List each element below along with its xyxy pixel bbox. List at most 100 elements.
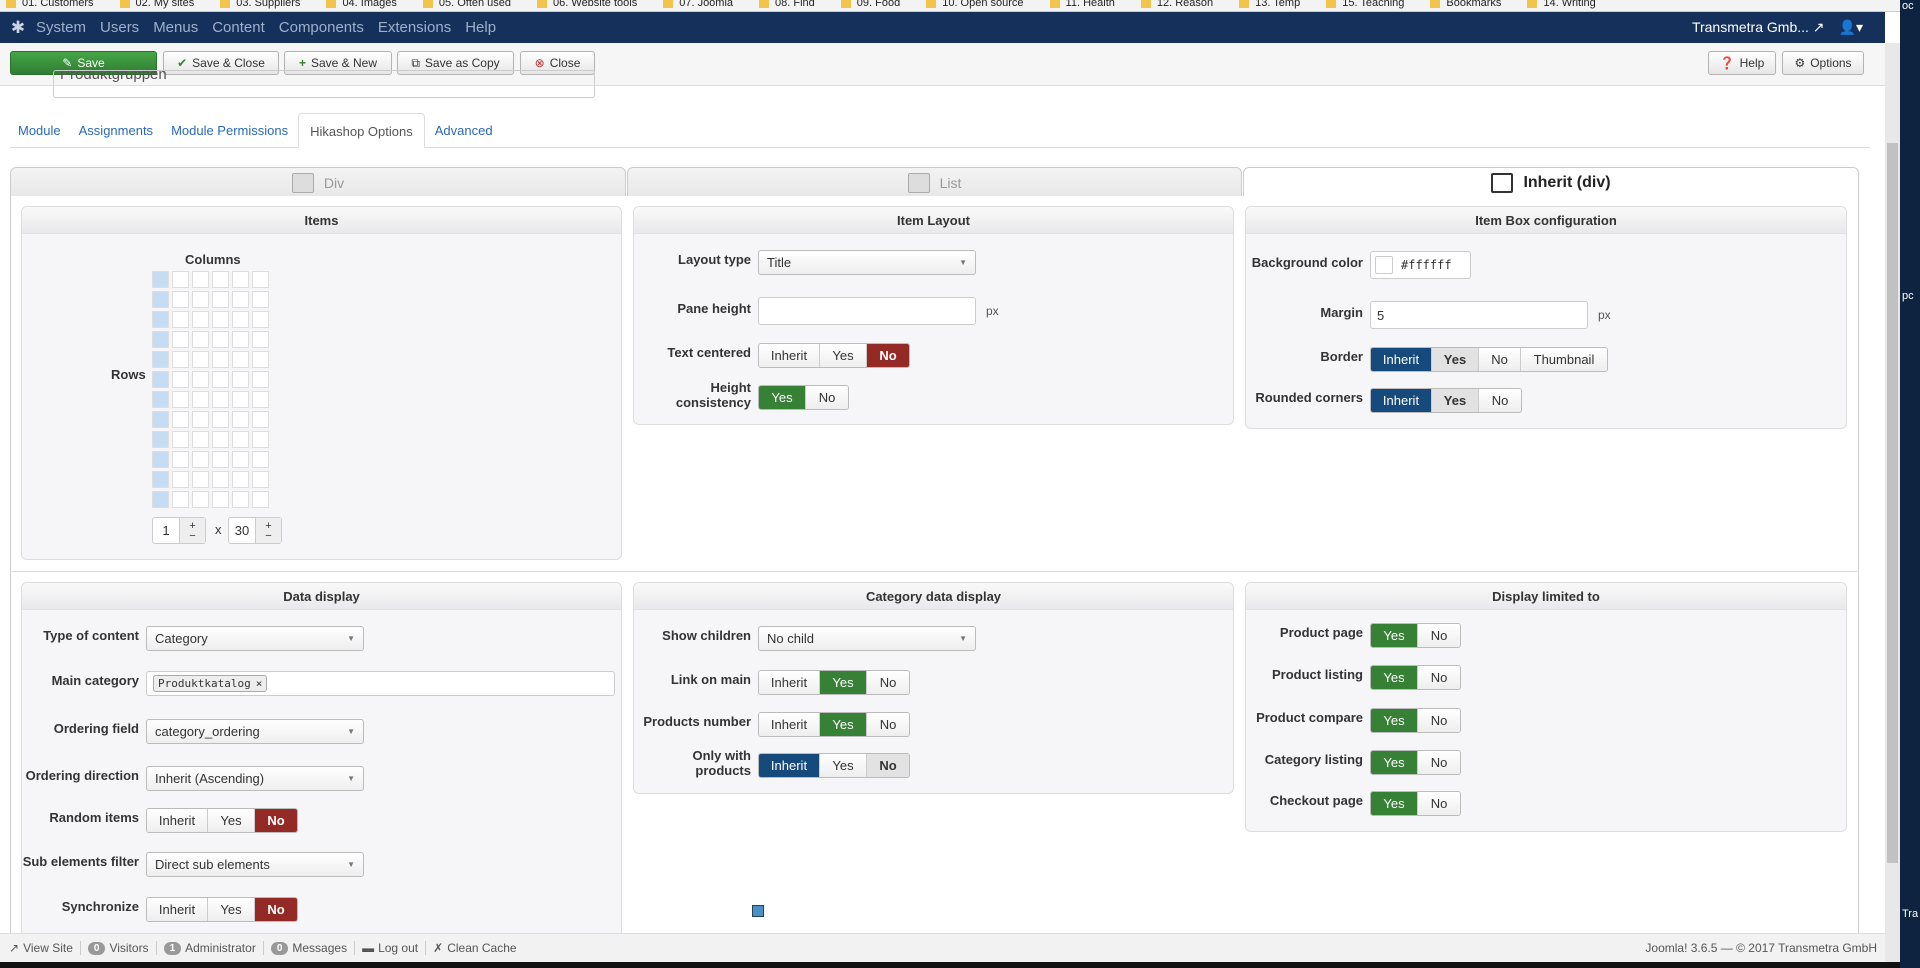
decrement-button[interactable]: − <box>265 530 271 541</box>
option-no[interactable]: No <box>1479 348 1521 371</box>
columns-stepper[interactable]: 1 + − <box>152 517 206 544</box>
option-no[interactable]: No <box>1479 389 1521 412</box>
bookmark-item[interactable]: 11. Health <box>1050 0 1115 11</box>
option-inherit[interactable]: Inherit <box>759 344 820 367</box>
option-thumbnail[interactable]: Thumbnail <box>1521 348 1607 371</box>
sub-elements-filter-select[interactable]: Direct sub elements ▼ <box>146 852 364 877</box>
grid-cell[interactable] <box>152 431 169 448</box>
option-no[interactable]: No <box>806 386 848 409</box>
layout-tab-div[interactable]: Div <box>10 167 626 197</box>
messages-link[interactable]: 0 Messages <box>264 941 356 955</box>
bookmark-item[interactable]: 06. Website tools <box>537 0 637 11</box>
bookmark-item[interactable]: 03. Suppliers <box>220 0 300 11</box>
grid-cell[interactable] <box>252 351 269 368</box>
grid-cell[interactable] <box>212 491 229 508</box>
joomla-logo-icon[interactable]: ✱ <box>0 18 36 38</box>
bookmark-item[interactable]: 15. Teaching <box>1326 0 1404 11</box>
tab-advanced[interactable]: Advanced <box>427 113 501 148</box>
visitors-link[interactable]: 0 Visitors <box>81 941 157 955</box>
administrator-link[interactable]: 1 Administrator <box>157 941 264 955</box>
grid-cell[interactable] <box>212 351 229 368</box>
show-children-select[interactable]: No child ▼ <box>758 626 976 651</box>
option-no[interactable]: No <box>867 344 909 367</box>
view-site-link[interactable]: ↗ View Site <box>2 941 81 955</box>
layout-tab-list[interactable]: List <box>627 167 1242 197</box>
grid-cell[interactable] <box>192 491 209 508</box>
grid-cell[interactable] <box>152 491 169 508</box>
grid-cell[interactable] <box>232 331 249 348</box>
option-no[interactable]: No <box>867 671 909 694</box>
grid-cell[interactable] <box>232 371 249 388</box>
margin-input[interactable]: 5 <box>1370 301 1588 329</box>
grid-cell[interactable] <box>192 411 209 428</box>
decrement-button[interactable]: − <box>189 530 195 541</box>
option-inherit[interactable]: Inherit <box>1371 348 1432 371</box>
option-no[interactable]: No <box>1418 751 1460 774</box>
grid-cell[interactable] <box>232 351 249 368</box>
option-no[interactable]: No <box>867 713 909 736</box>
option-yes[interactable]: Yes <box>1432 389 1479 412</box>
nav-menu-components[interactable]: Components <box>279 19 364 36</box>
pane-height-input[interactable] <box>758 297 976 325</box>
bookmark-item[interactable]: 01. Customers <box>6 0 94 11</box>
tab-hikashop-options[interactable]: Hikashop Options <box>298 113 425 148</box>
grid-cell[interactable] <box>252 391 269 408</box>
site-link[interactable]: Transmetra Gmb... ↗ <box>1692 19 1825 36</box>
bookmark-item[interactable]: 05. Often used <box>423 0 511 11</box>
background-color-input[interactable]: #ffffff <box>1370 251 1471 279</box>
grid-cell[interactable] <box>212 271 229 288</box>
grid-cell[interactable] <box>212 471 229 488</box>
grid-cell[interactable] <box>252 371 269 388</box>
bookmark-item[interactable]: 08. Find <box>759 0 815 11</box>
grid-cell[interactable] <box>212 311 229 328</box>
increment-button[interactable]: + <box>189 520 195 531</box>
option-yes[interactable]: Yes <box>208 898 255 921</box>
main-category-input[interactable]: Produktkatalog × <box>146 671 615 696</box>
ordering-direction-select[interactable]: Inherit (Ascending) ▼ <box>146 766 364 791</box>
grid-cell[interactable] <box>172 271 189 288</box>
option-yes[interactable]: Yes <box>208 809 255 832</box>
option-inherit[interactable]: Inherit <box>147 809 208 832</box>
option-inherit[interactable]: Inherit <box>1371 389 1432 412</box>
option-yes[interactable]: Yes <box>1371 751 1418 774</box>
option-no[interactable]: No <box>1418 666 1460 689</box>
help-button[interactable]: ❓ Help <box>1708 51 1776 75</box>
grid-cell[interactable] <box>232 411 249 428</box>
option-yes[interactable]: Yes <box>1371 792 1418 815</box>
nav-menu-menus[interactable]: Menus <box>153 19 198 36</box>
grid-cell[interactable] <box>152 291 169 308</box>
grid-cell[interactable] <box>152 471 169 488</box>
grid-cell[interactable] <box>252 311 269 328</box>
tab-module-permissions[interactable]: Module Permissions <box>163 113 296 148</box>
option-yes[interactable]: Yes <box>1432 348 1479 371</box>
grid-cell[interactable] <box>192 371 209 388</box>
grid-cell[interactable] <box>252 451 269 468</box>
nav-menu-extensions[interactable]: Extensions <box>378 19 451 36</box>
option-yes[interactable]: Yes <box>1371 624 1418 647</box>
user-menu-icon[interactable]: 👤▾ <box>1839 19 1863 36</box>
grid-cell[interactable] <box>172 351 189 368</box>
grid-cell[interactable] <box>212 451 229 468</box>
option-no[interactable]: No <box>867 754 909 777</box>
grid-cell[interactable] <box>212 291 229 308</box>
grid-cell[interactable] <box>172 491 189 508</box>
grid-cell[interactable] <box>212 331 229 348</box>
grid-cell[interactable] <box>152 411 169 428</box>
grid-cell[interactable] <box>172 451 189 468</box>
option-yes[interactable]: Yes <box>820 671 867 694</box>
nav-menu-system[interactable]: System <box>36 19 86 36</box>
grid-cell[interactable] <box>232 451 249 468</box>
option-inherit[interactable]: Inherit <box>759 754 820 777</box>
grid-cell[interactable] <box>172 291 189 308</box>
grid-cell[interactable] <box>172 411 189 428</box>
grid-cell[interactable] <box>152 451 169 468</box>
option-no[interactable]: No <box>1418 709 1460 732</box>
layout-tab-inherit[interactable]: Inherit (div) <box>1243 167 1859 197</box>
grid-cell[interactable] <box>232 311 249 328</box>
grid-cell[interactable] <box>192 431 209 448</box>
grid-cell[interactable] <box>232 471 249 488</box>
nav-menu-help[interactable]: Help <box>465 19 496 36</box>
grid-cell[interactable] <box>252 271 269 288</box>
type-of-content-select[interactable]: Category ▼ <box>146 626 364 651</box>
bookmark-item[interactable]: 10. Open source <box>926 0 1023 11</box>
